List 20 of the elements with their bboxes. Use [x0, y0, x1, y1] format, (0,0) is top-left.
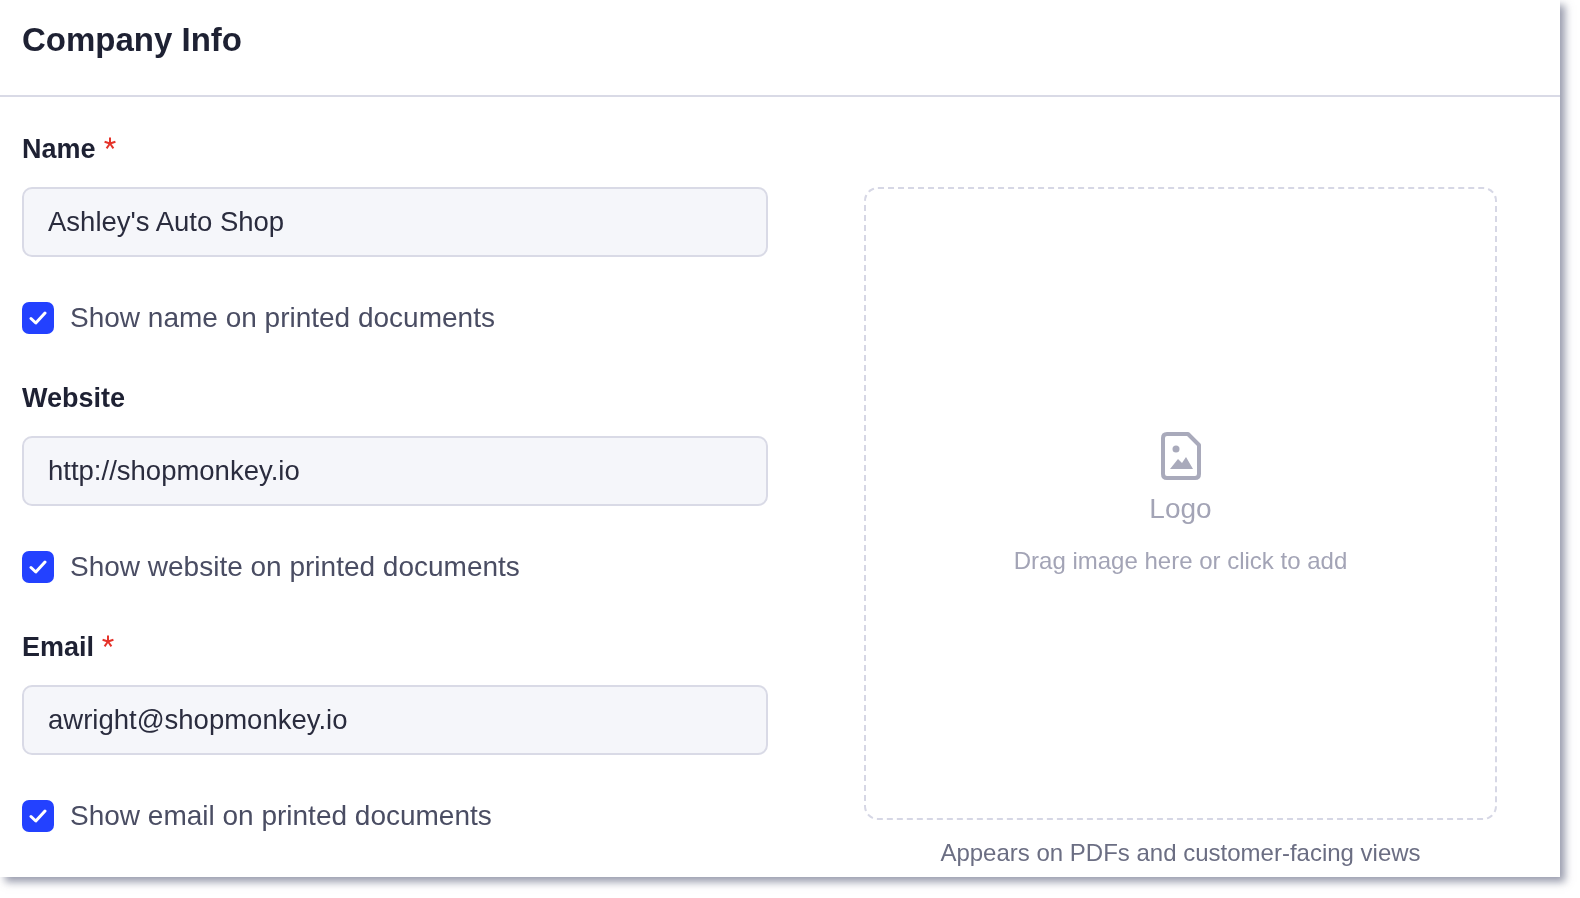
field-label: Name — [22, 134, 96, 164]
logo-caption: Appears on PDFs and customer-facing views — [939, 839, 1422, 867]
image-file-icon — [1160, 432, 1201, 480]
field-label: Website — [22, 383, 126, 413]
check-icon — [29, 809, 47, 823]
logo-title: Logo — [1149, 493, 1212, 525]
checkbox-label: Show email on printed documents — [70, 799, 492, 833]
checkbox-label: Show website on printed documents — [70, 550, 520, 584]
checkbox[interactable] — [22, 302, 54, 334]
dropzone-hint: Drag image here or click to add — [1013, 547, 1348, 575]
check-icon — [29, 560, 47, 574]
text-input[interactable]: http://shopmonkey.io — [22, 436, 768, 506]
text-input[interactable]: awright@shopmonkey.io — [22, 685, 768, 755]
text-input[interactable]: Ashley's Auto Shop — [22, 187, 768, 257]
checkbox[interactable] — [22, 551, 54, 583]
panel-title: Company Info — [22, 20, 242, 59]
checkbox-label: Show name on printed documents — [70, 301, 495, 335]
field-label: Email — [22, 632, 95, 662]
checkbox[interactable] — [22, 800, 54, 832]
check-icon — [29, 311, 47, 325]
